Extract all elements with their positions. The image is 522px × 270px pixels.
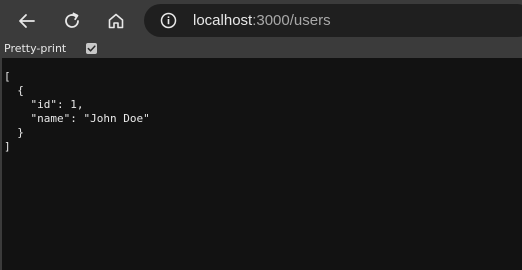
address-bar[interactable]: localhost:3000/users xyxy=(144,4,522,37)
json-content: [ { "id": 1, "name": "John Doe" }] xyxy=(4,70,150,154)
url-path: :3000/users xyxy=(252,12,331,29)
home-icon xyxy=(108,13,124,29)
json-line: { xyxy=(4,84,24,97)
json-line: } xyxy=(4,126,24,139)
json-line: ] xyxy=(4,140,11,153)
home-button[interactable] xyxy=(101,6,131,36)
url-host: localhost xyxy=(193,12,253,29)
reload-icon xyxy=(65,12,79,28)
back-button[interactable] xyxy=(12,6,42,36)
browser-toolbar: localhost:3000/users xyxy=(0,0,522,40)
pretty-print-bar: Pretty-print xyxy=(0,40,522,58)
viewer-left-border xyxy=(0,58,2,270)
url-text[interactable]: localhost:3000/users xyxy=(193,12,331,29)
json-line: "id": 1, xyxy=(4,98,84,111)
reload-button[interactable] xyxy=(57,6,87,36)
info-circle-icon[interactable] xyxy=(160,12,177,29)
checkmark-icon xyxy=(87,45,96,52)
arrow-left-icon xyxy=(19,14,35,28)
pretty-print-checkbox[interactable] xyxy=(86,43,97,54)
json-line: "name": "John Doe" xyxy=(4,112,150,125)
json-line: [ xyxy=(4,70,11,83)
pretty-print-label: Pretty-print xyxy=(4,42,67,55)
